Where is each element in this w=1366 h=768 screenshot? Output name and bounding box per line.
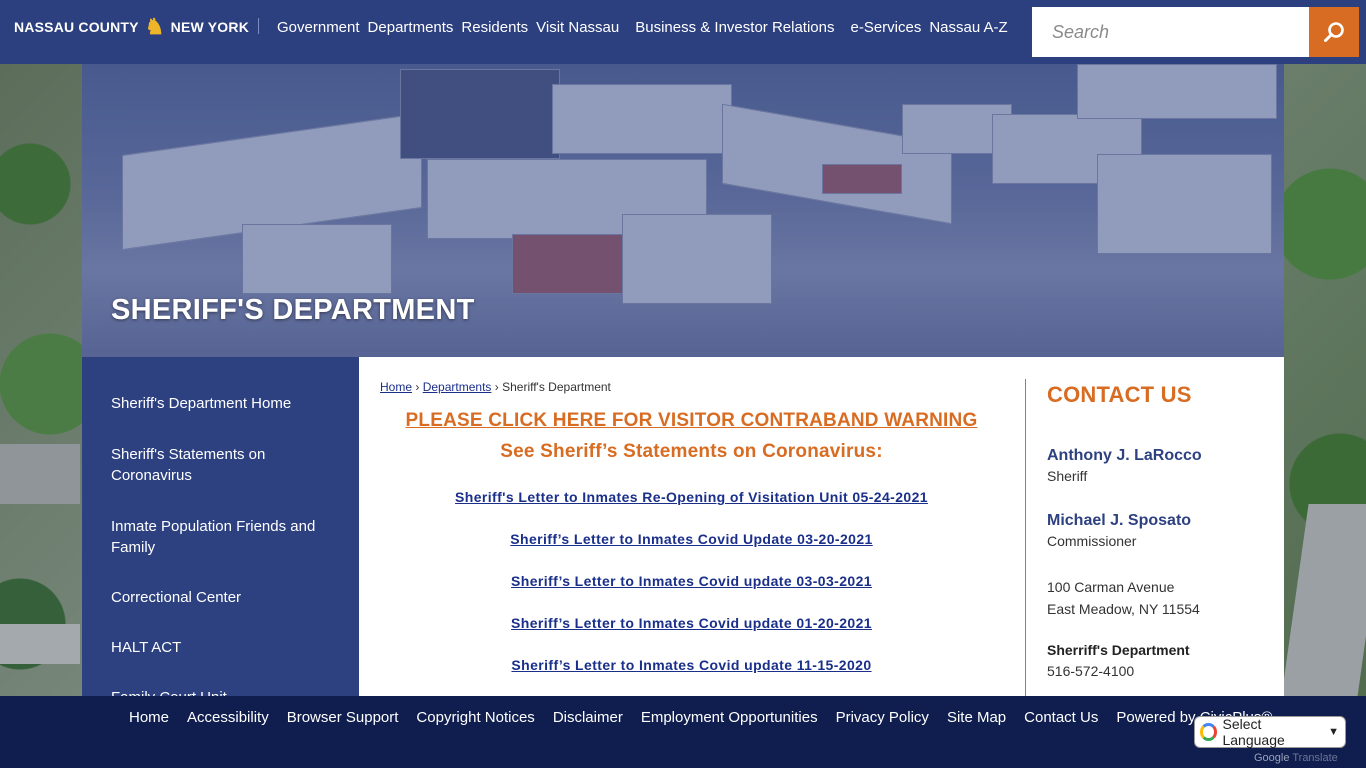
contact-panel: CONTACT US Anthony J. LaRocco Sheriff Mi… [1047,382,1267,682]
logo-text-county: NASSAU COUNTY [14,19,139,35]
letter-link[interactable]: Sheriff's Letter to Inmates Re-Opening o… [455,489,928,505]
language-select-label: Select Language [1222,716,1285,748]
contact-heading: CONTACT US [1047,382,1192,407]
address-line-2: East Meadow, NY 11554 [1047,601,1200,617]
letter-link[interactable]: Sheriff’s Letter to Inmates Covid Update… [510,531,872,547]
coronavirus-subheading: See Sheriff’s Statements on Coronavirus: [500,441,883,462]
nav-e-services[interactable]: e-Services [850,19,921,36]
sidebar-item-family-court[interactable]: Family Court Unit [82,687,359,696]
breadcrumb-departments[interactable]: Departments [423,380,492,394]
breadcrumb-current: Sheriff's Department [502,380,611,394]
logo-text-state: NEW YORK [170,19,250,35]
footer-link-home[interactable]: Home [129,709,169,726]
nav-departments[interactable]: Departments [368,19,454,36]
department-label: Sherriff's Department [1047,642,1190,658]
sidebar-menu: Sheriff's Department Home Sheriff's Stat… [82,357,359,696]
list-item: Sheriff’s Letter to Inmates Covid update… [380,657,1003,696]
address-line-1: 100 Carman Avenue [1047,579,1175,595]
letter-link[interactable]: Sheriff’s Letter to Inmates Covid update… [511,573,872,589]
footer-link-copyright[interactable]: Copyright Notices [416,709,534,726]
sidebar-item-home[interactable]: Sheriff's Department Home [82,393,359,414]
sidebar-item-inmate-friends-family[interactable]: Inmate Population Friends and Family [82,516,359,558]
sidebar-item-coronavirus[interactable]: Sheriff's Statements on Coronavirus [82,444,359,486]
contraband-warning-link[interactable]: PLEASE CLICK HERE FOR VISITOR CONTRABAND… [380,410,1003,432]
site-logo[interactable]: NASSAU COUNTY ♞ NEW YORK [14,16,249,38]
search-input[interactable] [1032,7,1309,57]
nav-government[interactable]: Government [277,19,360,36]
footer-link-disclaimer[interactable]: Disclaimer [553,709,623,726]
breadcrumb-separator: › [415,380,420,394]
powered-by-google-translate[interactable]: Google Translate [1254,752,1338,764]
main-content: Home › Departments › Sheriff's Departmen… [359,357,1284,696]
google-wordmark: Google [1254,752,1290,764]
article: PLEASE CLICK HERE FOR VISITOR CONTRABAND… [380,410,1003,696]
list-item: Sheriff’s Letter to Inmates Covid update… [380,573,1003,615]
breadcrumb: Home › Departments › Sheriff's Departmen… [380,380,611,394]
page-banner: SHERIFF'S DEPARTMENT [82,64,1284,357]
chevron-down-icon: ▼ [1328,726,1339,738]
language-select[interactable]: Select Language ▼ [1194,716,1346,748]
search-button[interactable] [1309,7,1359,57]
letter-link[interactable]: Sheriff’s Letter to Inmates Covid update… [511,657,871,673]
nav-visit-nassau[interactable]: Visit Nassau [536,19,619,36]
address: 100 Carman Avenue East Meadow, NY 11554 [1047,576,1267,620]
breadcrumb-separator: › [494,380,499,394]
nav-business-investor[interactable]: Business & Investor Relations [635,19,834,36]
contact-divider [1025,379,1026,696]
footer-link-site-map[interactable]: Site Map [947,709,1006,726]
commissioner-role: Commissioner [1047,533,1137,549]
phone-number: 516-572-4100 [1047,663,1135,679]
footer-links: Home Accessibility Browser Support Copyr… [129,709,1290,726]
main-nav: Government Departments Residents Visit N… [277,19,1016,36]
list-item: Sheriff's Letter to Inmates Re-Opening o… [380,489,1003,531]
footer-link-accessibility[interactable]: Accessibility [187,709,269,726]
sidebar-item-correctional-center[interactable]: Correctional Center [82,587,359,608]
sidebar: Sheriff's Department Home Sheriff's Stat… [82,357,359,696]
footer-link-browser-support[interactable]: Browser Support [287,709,399,726]
logo-divider [258,18,259,34]
nassau-seal-icon: ♞ [144,14,165,39]
sheriff-role: Sheriff [1047,468,1088,484]
list-item: Sheriff’s Letter to Inmates Covid update… [380,615,1003,657]
search-icon [1324,22,1344,42]
letters-list: Sheriff's Letter to Inmates Re-Opening o… [380,489,1003,696]
footer-link-employment[interactable]: Employment Opportunities [641,709,818,726]
commissioner-name: Michael J. Sposato [1047,512,1192,529]
page-title: SHERIFF'S DEPARTMENT [111,294,475,326]
sheriff-name: Anthony J. LaRocco [1047,447,1202,464]
nav-nassau-a-z[interactable]: Nassau A-Z [929,19,1007,36]
letter-link[interactable]: Sheriff’s Letter to Inmates Covid update… [511,615,872,631]
nav-residents[interactable]: Residents [461,19,528,36]
breadcrumb-home[interactable]: Home [380,380,412,394]
translate-wordmark: Translate [1292,752,1338,764]
list-item: Sheriff’s Letter to Inmates Covid Update… [380,531,1003,573]
sidebar-item-halt-act[interactable]: HALT ACT [82,637,359,658]
site-header: NASSAU COUNTY ♞ NEW YORK Government Depa… [0,0,1366,64]
footer-link-privacy[interactable]: Privacy Policy [836,709,929,726]
footer-link-contact[interactable]: Contact Us [1024,709,1098,726]
site-footer: Home Accessibility Browser Support Copyr… [0,696,1366,768]
google-icon [1200,723,1218,741]
